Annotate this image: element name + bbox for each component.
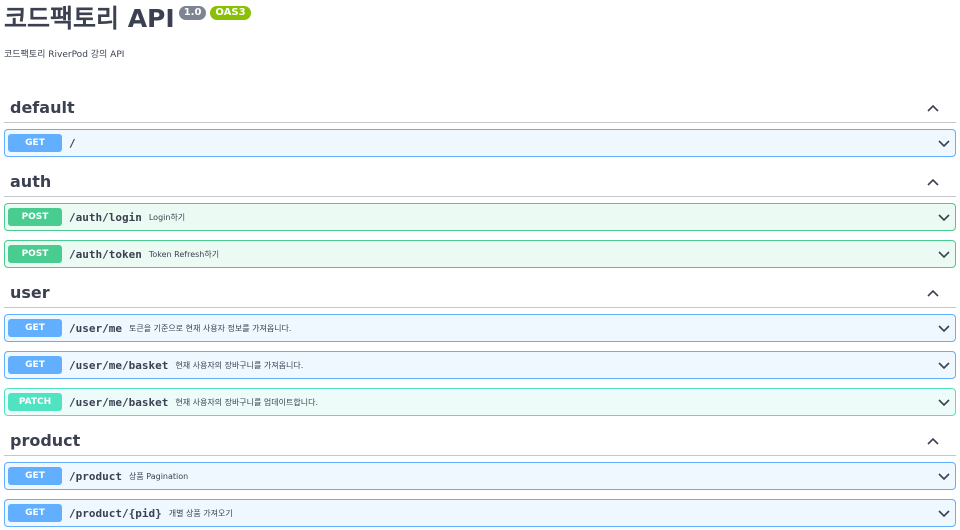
- operation-summary: 토큰을 기준으로 현재 사용자 정보를 가져옵니다.: [128, 323, 292, 333]
- method-badge: GET: [8, 504, 62, 522]
- operation-summary: 현재 사용자의 장바구니를 가져옵니다.: [175, 360, 304, 370]
- tag-name: default: [10, 98, 75, 117]
- tag-section-auth: auth: [4, 167, 956, 197]
- method-badge: GET: [8, 467, 62, 485]
- tag-header-user[interactable]: user: [4, 278, 956, 308]
- version-badge: 1.0: [178, 6, 207, 20]
- operation-path: /: [69, 136, 76, 150]
- operation-path: /product: [69, 469, 122, 483]
- operation-get-user-me-basket[interactable]: GET /user/me/basket 현재 사용자의 장바구니를 가져옵니다.: [4, 351, 956, 379]
- method-badge: GET: [8, 134, 62, 152]
- operation-summary: 상품 Pagination: [128, 471, 189, 481]
- operation-path: /user/me: [69, 321, 122, 335]
- chevron-down-icon[interactable]: [937, 247, 951, 261]
- chevron-down-icon[interactable]: [937, 469, 951, 483]
- operation-summary: Token Refresh하기: [148, 249, 220, 259]
- chevron-down-icon[interactable]: [937, 506, 951, 520]
- method-badge: GET: [8, 319, 62, 337]
- chevron-down-icon[interactable]: [937, 395, 951, 409]
- operation-get-product[interactable]: GET /product 상품 Pagination: [4, 462, 956, 490]
- operation-path: /product/{pid}: [69, 506, 162, 520]
- method-badge: POST: [8, 245, 62, 263]
- tag-section-default: default: [4, 93, 956, 123]
- chevron-up-icon[interactable]: [926, 286, 940, 300]
- tag-header-default[interactable]: default: [4, 93, 956, 123]
- tag-header-product[interactable]: product: [4, 426, 956, 456]
- operation-path: /auth/token: [69, 247, 142, 261]
- tag-section-user: user: [4, 278, 956, 308]
- chevron-down-icon[interactable]: [937, 321, 951, 335]
- operation-summary: Login하기: [148, 212, 186, 222]
- tag-name: product: [10, 431, 81, 450]
- chevron-down-icon[interactable]: [937, 358, 951, 372]
- tag-name: auth: [10, 172, 52, 191]
- operation-path: /auth/login: [69, 210, 142, 224]
- method-badge: GET: [8, 356, 62, 374]
- chevron-down-icon[interactable]: [937, 210, 951, 224]
- api-description: 코드팩토리 RiverPod 강의 API: [4, 50, 125, 60]
- method-badge: POST: [8, 208, 62, 226]
- operation-path: /user/me/basket: [69, 395, 169, 409]
- operation-patch-user-me-basket[interactable]: PATCH /user/me/basket 현재 사용자의 장바구니를 업데이트…: [4, 388, 956, 416]
- tag-section-product: product: [4, 426, 956, 456]
- tag-name: user: [10, 283, 50, 302]
- operation-post-auth-login[interactable]: POST /auth/login Login하기: [4, 203, 956, 231]
- operation-get-root[interactable]: GET /: [4, 129, 956, 157]
- chevron-up-icon[interactable]: [926, 175, 940, 189]
- operation-path: /user/me/basket: [69, 358, 169, 372]
- api-info: 코드팩토리 API 1.0 OAS3 코드팩토리 RiverPod 강의 API: [4, 0, 956, 60]
- operation-post-auth-token[interactable]: POST /auth/token Token Refresh하기: [4, 240, 956, 268]
- oas-badge: OAS3: [210, 6, 251, 20]
- operation-summary: 현재 사용자의 장바구니를 업데이트합니다.: [175, 397, 318, 407]
- api-title: 코드팩토리 API: [4, 4, 175, 33]
- operation-get-user-me[interactable]: GET /user/me 토큰을 기준으로 현재 사용자 정보를 가져옵니다.: [4, 314, 956, 342]
- operation-summary: 개별 상품 가져오기: [168, 508, 233, 518]
- method-badge: PATCH: [8, 393, 62, 411]
- swagger-page: 코드팩토리 API 1.0 OAS3 코드팩토리 RiverPod 강의 API…: [0, 0, 960, 530]
- chevron-down-icon[interactable]: [937, 136, 951, 150]
- chevron-up-icon[interactable]: [926, 434, 940, 448]
- chevron-up-icon[interactable]: [926, 101, 940, 115]
- tag-header-auth[interactable]: auth: [4, 167, 956, 197]
- title-row: 코드팩토리 API 1.0 OAS3: [4, 2, 956, 42]
- operation-get-product-pid[interactable]: GET /product/{pid} 개별 상품 가져오기: [4, 499, 956, 527]
